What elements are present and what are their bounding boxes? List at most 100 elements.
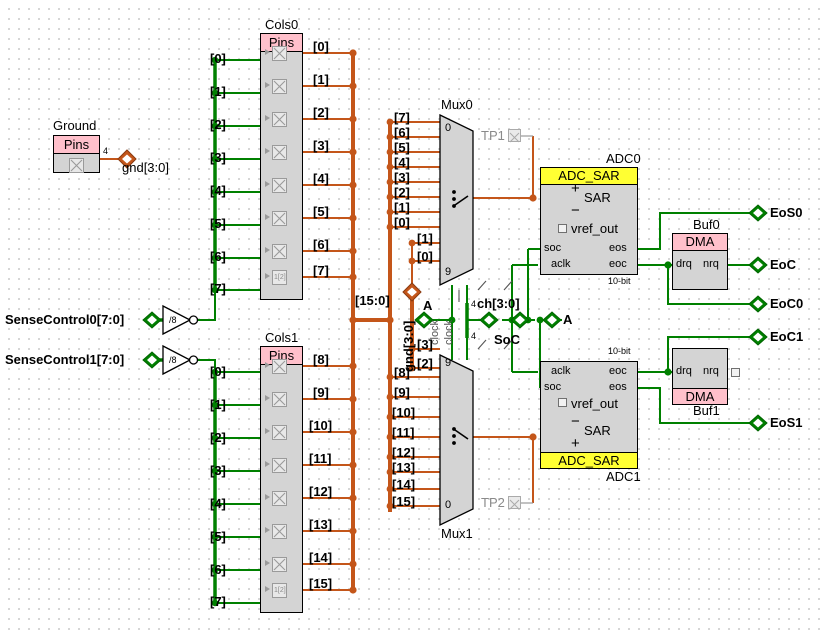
cols0-pin-7-arrow [265, 273, 270, 279]
cols1-pin-4[interactable] [272, 491, 287, 506]
cols1-pin-3[interactable] [272, 458, 287, 473]
cols0-in-label-1: [1] [210, 85, 226, 98]
adc0-minus-sign: − [571, 203, 580, 218]
cols1-pin-7-glyph: 1[2] [274, 587, 286, 594]
output-eoc-label: EoC [770, 258, 796, 271]
cols0-pin-3-arrow [265, 148, 270, 154]
adc0-vref-label: vref_out [571, 222, 618, 235]
mux1-title: Mux1 [441, 527, 473, 540]
sensecontrol0-inverter-width: /8 [169, 316, 177, 325]
sensecontrol1-inverter-width: /8 [169, 356, 177, 365]
cols1-pin-2[interactable] [272, 425, 287, 440]
cols0-pin-1[interactable] [272, 79, 287, 94]
buf1-nrq-pin-icon[interactable] [731, 368, 740, 377]
cols1-pin-7[interactable]: 1[2] [272, 583, 287, 598]
ground-pins-block[interactable]: Pins [53, 135, 100, 173]
cols0-pin-3[interactable] [272, 145, 287, 160]
mux1-in-label-8: [8] [394, 366, 410, 379]
cols1-out-label-8: [8] [313, 353, 329, 366]
gnd-net-label: gnd[3:0] [122, 161, 169, 174]
mux0-top-index: 0 [445, 123, 451, 134]
cols1-pin-2-arrow [265, 428, 270, 434]
cols0-pin-5-arrow [265, 214, 270, 220]
buf0-band-label: DMA [673, 234, 727, 251]
cols0-pin-7[interactable]: 1[2] [272, 270, 287, 285]
mux1-in-label-9: [9] [394, 386, 410, 399]
mux1-gnd-in-label-2: [2] [417, 357, 433, 370]
testpoint-tp1-label: TP1 [481, 129, 505, 142]
cols0-pin-1-arrow [265, 82, 270, 88]
mux0-in-label-4: [4] [394, 156, 410, 169]
mux1-top-index: 9 [445, 358, 451, 369]
cols1-pin-6-arrow [265, 560, 270, 566]
mux0-in-label-6: [6] [394, 126, 410, 139]
cols0-pin-2[interactable] [272, 112, 287, 127]
cols1-pin-1[interactable] [272, 392, 287, 407]
ground-title: Ground [53, 119, 96, 132]
cols1-out-label-10: [10] [309, 419, 332, 432]
testpoint-tp2-label: TP2 [481, 496, 505, 509]
mux0-in-label-0: [0] [394, 216, 410, 229]
adc1-plus-sign: + [571, 436, 580, 451]
adc0-vref-pin-icon[interactable] [558, 224, 567, 233]
main-bus-label: [15:0] [355, 294, 390, 307]
channel-net-label: ch[3:0] [477, 297, 520, 310]
adc1-pin-eoc: eoc [609, 366, 627, 377]
cols0-out-label-0: [0] [313, 40, 329, 53]
cols1-in-label-3: [3] [210, 464, 226, 477]
cols0-in-label-4: [4] [210, 184, 226, 197]
mux1-in-label-12: [12] [392, 446, 415, 459]
channel-width-under: 4 [471, 332, 476, 341]
adc1-pin-eos: eos [609, 382, 627, 393]
cols1-out-label-12: [12] [309, 485, 332, 498]
mux0-gnd-in-label-0: [0] [417, 250, 433, 263]
cols1-pins-block[interactable]: Pins [260, 346, 303, 613]
sensecontrol1-label: SenseControl1[7:0] [5, 353, 124, 366]
a-right-net-label: A [563, 313, 572, 326]
cols1-pin-1-arrow [265, 395, 270, 401]
adc1-title: ADC1 [606, 470, 641, 483]
testpoint-tp2-icon[interactable] [508, 496, 521, 509]
cols0-pins-block[interactable]: Pins [260, 33, 303, 300]
cols1-in-label-5: [5] [210, 530, 226, 543]
buf0-pin-drq: drq [676, 259, 692, 270]
cols0-out-label-6: [6] [313, 238, 329, 251]
adc1-pin-soc: soc [544, 382, 561, 393]
cols0-out-label-1: [1] [313, 73, 329, 86]
output-eos0-label: EoS0 [770, 206, 803, 219]
cols1-pin-0[interactable] [272, 359, 287, 374]
mux1-in-label-11: [11] [392, 426, 414, 439]
cols1-out-label-13: [13] [309, 518, 332, 531]
adc1-block[interactable]: ADC_SAR [540, 361, 638, 469]
mux0-in-label-1: [1] [394, 201, 410, 214]
testpoint-tp1-icon[interactable] [508, 129, 521, 142]
cols1-pin-6[interactable] [272, 557, 287, 572]
mux1-bottom-index: 0 [445, 500, 451, 511]
cols1-pin-5-arrow [265, 527, 270, 533]
cols0-pin-4[interactable] [272, 178, 287, 193]
cols0-pin-6-arrow [265, 247, 270, 253]
ground-pins-header: Pins [54, 136, 99, 154]
cols1-out-label-15: [15] [309, 577, 332, 590]
cols0-pin-5[interactable] [272, 211, 287, 226]
buf1-pin-nrq: nrq [703, 366, 719, 377]
mux1-in-label-15: [15] [392, 495, 415, 508]
cols0-in-label-7: [7] [210, 282, 226, 295]
schematic-canvas: .g{stroke:#008000;stroke-width:2;fill:no… [0, 0, 822, 635]
cols0-in-label-5: [5] [210, 217, 226, 230]
cols0-in-label-2: [2] [210, 118, 226, 131]
ground-pin-icon[interactable] [69, 158, 84, 173]
cols1-in-label-2: [2] [210, 431, 226, 444]
buf0-pin-nrq: nrq [703, 259, 719, 270]
cols0-pin-2-arrow [265, 115, 270, 121]
cols0-pin-6[interactable] [272, 244, 287, 259]
cols1-pin-5[interactable] [272, 524, 287, 539]
output-eoc1-label: EoC1 [770, 330, 803, 343]
mux0-title: Mux0 [441, 98, 473, 111]
adc1-vref-pin-icon[interactable] [558, 398, 567, 407]
soc-net-label: SoC [494, 333, 520, 346]
mux0-in-label-5: [5] [394, 141, 410, 154]
adc0-pin-eoc: eoc [609, 259, 627, 270]
cols0-pin-0[interactable] [272, 46, 287, 61]
mux1-in-label-13: [13] [392, 461, 415, 474]
